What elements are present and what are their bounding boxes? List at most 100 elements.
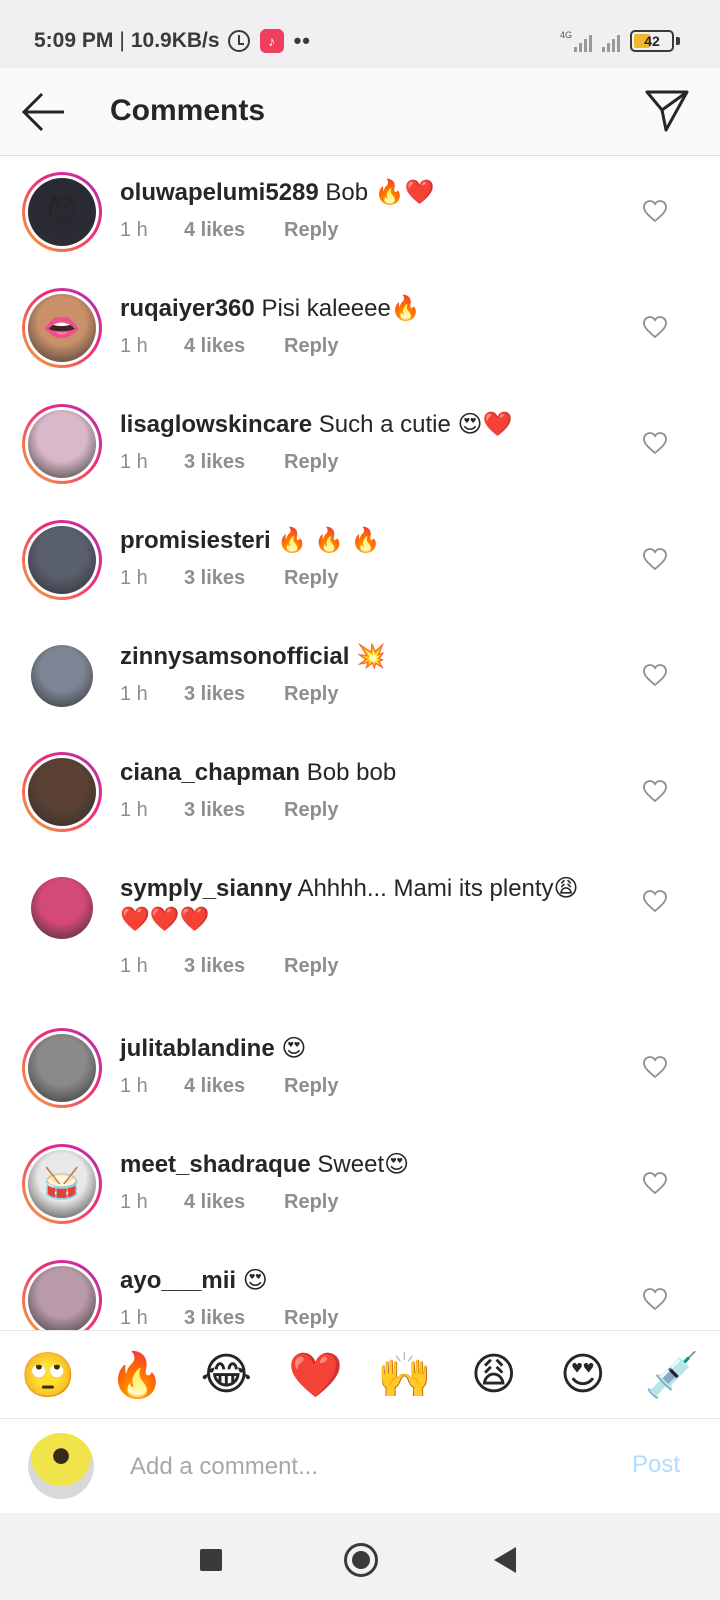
reply-button[interactable]: Reply bbox=[284, 1075, 338, 1098]
like-heart-icon[interactable] bbox=[642, 779, 668, 803]
reply-button[interactable]: Reply bbox=[284, 335, 338, 358]
comment-username[interactable]: oluwapelumi5289 bbox=[120, 179, 319, 206]
back-button[interactable] bbox=[494, 1547, 516, 1573]
comment-time: 1 h bbox=[120, 219, 148, 241]
reply-button[interactable]: Reply bbox=[284, 567, 338, 590]
comment-likes[interactable]: 3 likes bbox=[184, 955, 284, 978]
reply-button[interactable]: Reply bbox=[284, 683, 338, 706]
like-heart-icon[interactable] bbox=[642, 889, 668, 913]
avatar-ring: 🥁 bbox=[25, 1147, 99, 1221]
comment-row[interactable]: 🥁 meet_shadraque Sweet😍 1 h 4 likes Reply bbox=[0, 1129, 720, 1245]
home-button[interactable] bbox=[344, 1543, 378, 1577]
comment-avatar[interactable] bbox=[22, 404, 102, 484]
comment-username[interactable]: meet_shadraque bbox=[120, 1151, 311, 1178]
comment-text: lisaglowskincare Such a cutie 😍❤️ bbox=[120, 409, 610, 440]
like-heart-icon[interactable] bbox=[642, 1055, 668, 1079]
comment-body: 🔥 🔥 🔥 bbox=[277, 527, 381, 554]
comment-avatar[interactable] bbox=[22, 752, 102, 832]
signal-icon bbox=[574, 34, 592, 52]
comment-avatar[interactable]: 👄 bbox=[22, 288, 102, 368]
comment-avatar[interactable] bbox=[22, 1028, 102, 1108]
like-heart-icon[interactable] bbox=[642, 431, 668, 455]
comment-meta: 1 h 3 likes Reply bbox=[120, 683, 338, 706]
avatar: 👄 bbox=[28, 294, 96, 362]
comment-avatar[interactable] bbox=[22, 636, 102, 716]
avatar-ring bbox=[25, 407, 99, 481]
like-heart-icon[interactable] bbox=[642, 1287, 668, 1311]
like-heart-icon[interactable] bbox=[642, 547, 668, 571]
comment-likes[interactable]: 4 likes bbox=[184, 219, 284, 242]
comment-likes[interactable]: 3 likes bbox=[184, 683, 284, 706]
comment-likes[interactable]: 4 likes bbox=[184, 1191, 284, 1214]
comment-likes[interactable]: 4 likes bbox=[184, 335, 284, 358]
comment-text: promisiesteri 🔥 🔥 🔥 bbox=[120, 525, 610, 556]
comment-likes[interactable]: 3 likes bbox=[184, 567, 284, 590]
comment-likes[interactable]: 4 likes bbox=[184, 1075, 284, 1098]
comment-avatar[interactable] bbox=[22, 1260, 102, 1330]
comment-username[interactable]: ruqaiyer360 bbox=[120, 295, 255, 322]
comment-meta: 1 h 3 likes Reply bbox=[120, 567, 338, 590]
like-heart-icon[interactable] bbox=[642, 663, 668, 687]
network-type: 4G bbox=[559, 30, 572, 40]
reply-button[interactable]: Reply bbox=[284, 799, 338, 822]
comment-username[interactable]: ayo___mii bbox=[120, 1267, 236, 1294]
comment-row[interactable]: promisiesteri 🔥 🔥 🔥 1 h 3 likes Reply bbox=[0, 505, 720, 621]
post-button[interactable]: Post bbox=[632, 1451, 680, 1479]
emoji-shortcut-button[interactable]: 🙄 bbox=[20, 1349, 76, 1401]
like-heart-icon[interactable] bbox=[642, 1171, 668, 1195]
comment-time: 1 h bbox=[120, 1307, 148, 1329]
comment-row[interactable]: julitablandine 😍 1 h 4 likes Reply bbox=[0, 1013, 720, 1129]
comment-likes[interactable]: 3 likes bbox=[184, 1307, 284, 1330]
direct-send-icon[interactable] bbox=[644, 88, 690, 134]
comment-username[interactable]: promisiesteri bbox=[120, 527, 271, 554]
comment-username[interactable]: julitablandine bbox=[120, 1035, 275, 1062]
comment-time: 1 h bbox=[120, 955, 148, 977]
reply-button[interactable]: Reply bbox=[284, 955, 338, 978]
comment-likes[interactable]: 3 likes bbox=[184, 799, 284, 822]
emoji-shortcut-button[interactable]: 😍 bbox=[555, 1349, 611, 1400]
comment-row[interactable]: 😈 oluwapelumi5289 Bob 🔥❤️ 1 h 4 likes Reply bbox=[0, 157, 720, 273]
status-time: 5:09 PM bbox=[34, 29, 114, 52]
header: Comments bbox=[0, 68, 720, 156]
reply-button[interactable]: Reply bbox=[284, 219, 338, 242]
emoji-shortcut-button[interactable]: 🙌 bbox=[377, 1349, 433, 1401]
like-heart-icon[interactable] bbox=[642, 315, 668, 339]
comment-avatar[interactable]: 😈 bbox=[22, 172, 102, 252]
comment-meta: 1 h 3 likes Reply bbox=[120, 451, 338, 474]
emoji-shortcut-button[interactable]: 😂 bbox=[198, 1349, 254, 1400]
comment-row[interactable]: zinnysamsonofficial 💥 1 h 3 likes Reply bbox=[0, 621, 720, 737]
comment-avatar[interactable]: 🥁 bbox=[22, 1144, 102, 1224]
comment-avatar[interactable] bbox=[22, 868, 102, 948]
comment-row[interactable]: 👄 ruqaiyer360 Pisi kaleeee🔥 1 h 4 likes Repl… bbox=[0, 273, 720, 389]
comment-meta: 1 h 3 likes Reply bbox=[120, 1307, 338, 1330]
status-bar: 5:09 PM | 10.9KB/s ♪ •• 4G 42 bbox=[0, 0, 720, 68]
battery-icon: 42 bbox=[630, 30, 674, 52]
emoji-shortcut-button[interactable]: 🔥 bbox=[109, 1349, 165, 1401]
back-arrow-icon[interactable] bbox=[20, 90, 66, 134]
comment-text: ruqaiyer360 Pisi kaleeee🔥 bbox=[120, 293, 610, 324]
comment-avatar[interactable] bbox=[22, 520, 102, 600]
battery-level: 42 bbox=[644, 33, 660, 49]
comment-username[interactable]: ciana_chapman bbox=[120, 759, 300, 786]
recents-button[interactable] bbox=[200, 1549, 222, 1571]
reply-button[interactable]: Reply bbox=[284, 451, 338, 474]
reply-button[interactable]: Reply bbox=[284, 1307, 338, 1330]
emoji-shortcut-button[interactable]: 💉 bbox=[644, 1349, 700, 1401]
like-heart-icon[interactable] bbox=[642, 199, 668, 223]
comment-row[interactable]: lisaglowskincare Such a cutie 😍❤️ 1 h 3 li… bbox=[0, 389, 720, 505]
emoji-shortcut-button[interactable]: 😩 bbox=[466, 1349, 522, 1400]
comment-row[interactable]: ciana_chapman Bob bob 1 h 3 likes Reply bbox=[0, 737, 720, 853]
alarm-icon bbox=[227, 30, 250, 52]
emoji-shortcut-button[interactable]: ❤️ bbox=[287, 1349, 343, 1401]
reply-button[interactable]: Reply bbox=[284, 1191, 338, 1214]
comments-list[interactable]: 😈 oluwapelumi5289 Bob 🔥❤️ 1 h4 likes Reply 👄… bbox=[0, 157, 720, 1330]
comment-username[interactable]: lisaglowskincare bbox=[120, 411, 312, 438]
comment-input[interactable] bbox=[130, 1449, 590, 1485]
comment-time: 1 h bbox=[120, 335, 148, 357]
comment-likes[interactable]: 3 likes bbox=[184, 451, 284, 474]
comment-row[interactable]: ayo___mii 😍 1 h 3 likes Reply bbox=[0, 1245, 720, 1330]
comment-username[interactable]: zinnysamsonofficial bbox=[120, 643, 349, 670]
comment-row[interactable]: symply_sianny Ahhhh... Mami its plenty😩 … bbox=[0, 853, 720, 1013]
comment-username[interactable]: symply_sianny bbox=[120, 875, 292, 902]
comment-text: oluwapelumi5289 Bob 🔥❤️ bbox=[120, 177, 610, 208]
